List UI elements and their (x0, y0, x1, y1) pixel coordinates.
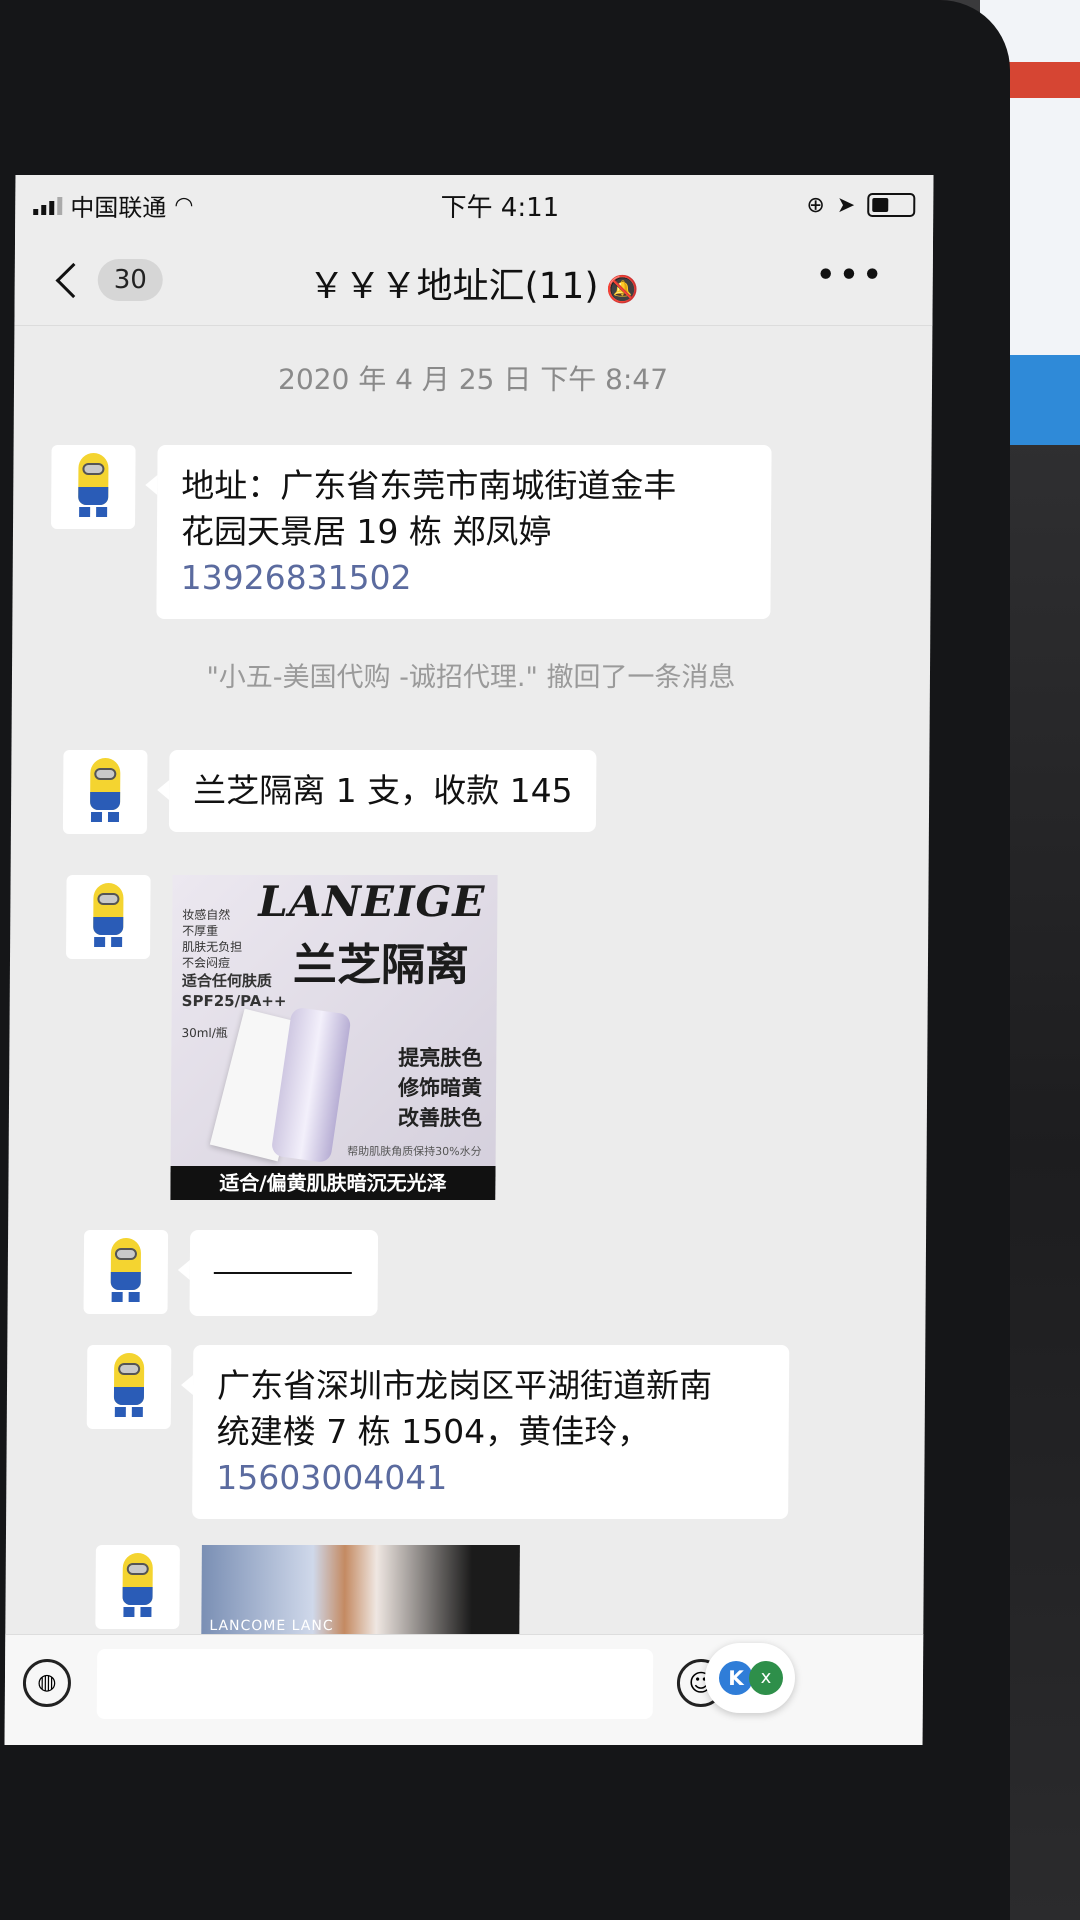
chat-timestamp: 2020 年 4 月 25 日 下午 8:47 (277, 363, 669, 396)
product-image-message[interactable]: 妆感自然 不厚重 肌肤无负担 不会闷痘 适合任何肤质 SPF25/PA++ 30… (170, 875, 498, 1200)
product-features: 提亮肤色 修饰暗黄 改善肤色 (398, 1043, 483, 1133)
photo-message[interactable]: LANCOME LANC (201, 1545, 520, 1640)
message-line: 花园天景居 19 栋 郑凤婷 (180, 512, 552, 551)
minion-avatar-icon (113, 1353, 145, 1405)
message-row: LANCOME LANC (95, 1545, 520, 1640)
avatar[interactable] (51, 445, 136, 529)
recall-notice: "小五-美国代购 -诚招代理." 撤回了一条消息 (206, 662, 736, 693)
avatar[interactable] (66, 875, 151, 959)
avatar[interactable] (62, 750, 148, 834)
minion-avatar-icon (122, 1553, 153, 1605)
product-cn-name: 兰芝隔离 (292, 940, 470, 991)
phone-number-link[interactable]: 13926831502 (181, 555, 747, 601)
message-row: 广东省深圳市龙岗区平湖街道新南 统建楼 7 栋 1504，黄佳玲， 156030… (86, 1345, 790, 1519)
message-bubble[interactable] (189, 1230, 379, 1316)
product-feature: 修饰暗黄 (398, 1075, 483, 1100)
message-row: 兰芝隔离 1 支，收款 145 (62, 750, 597, 834)
chat-title-text: ￥￥￥地址汇(11) (308, 266, 599, 307)
message-bubble[interactable]: 兰芝隔离 1 支，收款 145 (168, 750, 597, 832)
phone-body: 中国联通 ◠ 下午 4:11 ⊕ ➤ 30 ￥￥￥地址汇(11) 🔕 ••• 20… (0, 0, 1010, 1920)
product-line: 肌肤无负担 (182, 940, 243, 954)
message-line: 地址：广东省东莞市南城街道金丰 (181, 466, 677, 505)
avatar[interactable] (86, 1345, 172, 1429)
product-line: SPF25/PA++ (181, 992, 287, 1010)
minion-avatar-icon (110, 1238, 142, 1290)
photo-caption: LANCOME LANC (209, 1618, 334, 1634)
product-line: 适合任何肤质 (181, 972, 272, 990)
signal-icon (33, 195, 63, 215)
product-brand: LANEIGE (258, 877, 486, 926)
status-time: 下午 4:11 (440, 192, 560, 223)
message-bubble[interactable]: 地址：广东省东莞市南城街道金丰 花园天景居 19 栋 郑凤婷 139268315… (156, 445, 772, 619)
avatar[interactable] (95, 1545, 180, 1629)
status-bar: 中国联通 ◠ 下午 4:11 ⊕ ➤ (15, 175, 934, 235)
message-line: 统建楼 7 栋 1504，黄佳玲， (216, 1412, 651, 1451)
message-bubble[interactable]: 广东省深圳市龙岗区平湖街道新南 统建楼 7 栋 1504，黄佳玲， 156030… (192, 1345, 790, 1519)
message-row (83, 1230, 379, 1316)
minion-avatar-icon (78, 453, 109, 505)
product-band: 适合/偏黄肌肤暗沉无光泽 (170, 1166, 496, 1200)
message-row: 地址：广东省东莞市南城街道金丰 花园天景居 19 栋 郑凤婷 139268315… (50, 445, 772, 619)
status-right: ⊕ ➤ (806, 192, 916, 218)
battery-icon (867, 193, 916, 217)
wifi-icon: ◠ (174, 192, 194, 218)
floating-widget[interactable]: K x (704, 1643, 796, 1713)
floating-k-icon: K (718, 1661, 754, 1695)
nav-bar: 30 ￥￥￥地址汇(11) 🔕 ••• (14, 235, 934, 326)
phone-number-link[interactable]: 15603004041 (216, 1455, 764, 1501)
mute-bell-icon: 🔕 (606, 275, 639, 305)
location-icon: ➤ (836, 192, 856, 218)
message-row: 妆感自然 不厚重 肌肤无负担 不会闷痘 适合任何肤质 SPF25/PA++ 30… (64, 875, 498, 1200)
message-input[interactable] (96, 1649, 654, 1719)
horizontal-line (213, 1272, 352, 1274)
input-bar: ◍ ☺ K x (4, 1634, 924, 1745)
carrier-label: 中国联通 (70, 193, 167, 222)
floating-close-icon[interactable]: x (748, 1661, 784, 1695)
status-left: 中国联通 ◠ (33, 188, 194, 223)
minion-avatar-icon (93, 883, 124, 935)
message-line: 广东省深圳市龙岗区平湖街道新南 (216, 1366, 713, 1405)
product-feature: 改善肤色 (397, 1105, 482, 1130)
phone-screen: 中国联通 ◠ 下午 4:11 ⊕ ➤ 30 ￥￥￥地址汇(11) 🔕 ••• 20… (4, 175, 934, 1745)
chat-title: ￥￥￥地址汇(11) 🔕 (15, 257, 933, 309)
product-note: 帮助肌肤角质保持30%水分 (347, 1145, 482, 1158)
minion-avatar-icon (90, 758, 121, 810)
more-options-button[interactable]: ••• (815, 255, 885, 296)
voice-icon[interactable]: ◍ (22, 1659, 72, 1707)
avatar[interactable] (83, 1230, 169, 1314)
rotation-lock-icon: ⊕ (806, 192, 825, 218)
product-feature: 提亮肤色 (398, 1045, 483, 1070)
product-line: 不会闷痘 (181, 956, 231, 970)
